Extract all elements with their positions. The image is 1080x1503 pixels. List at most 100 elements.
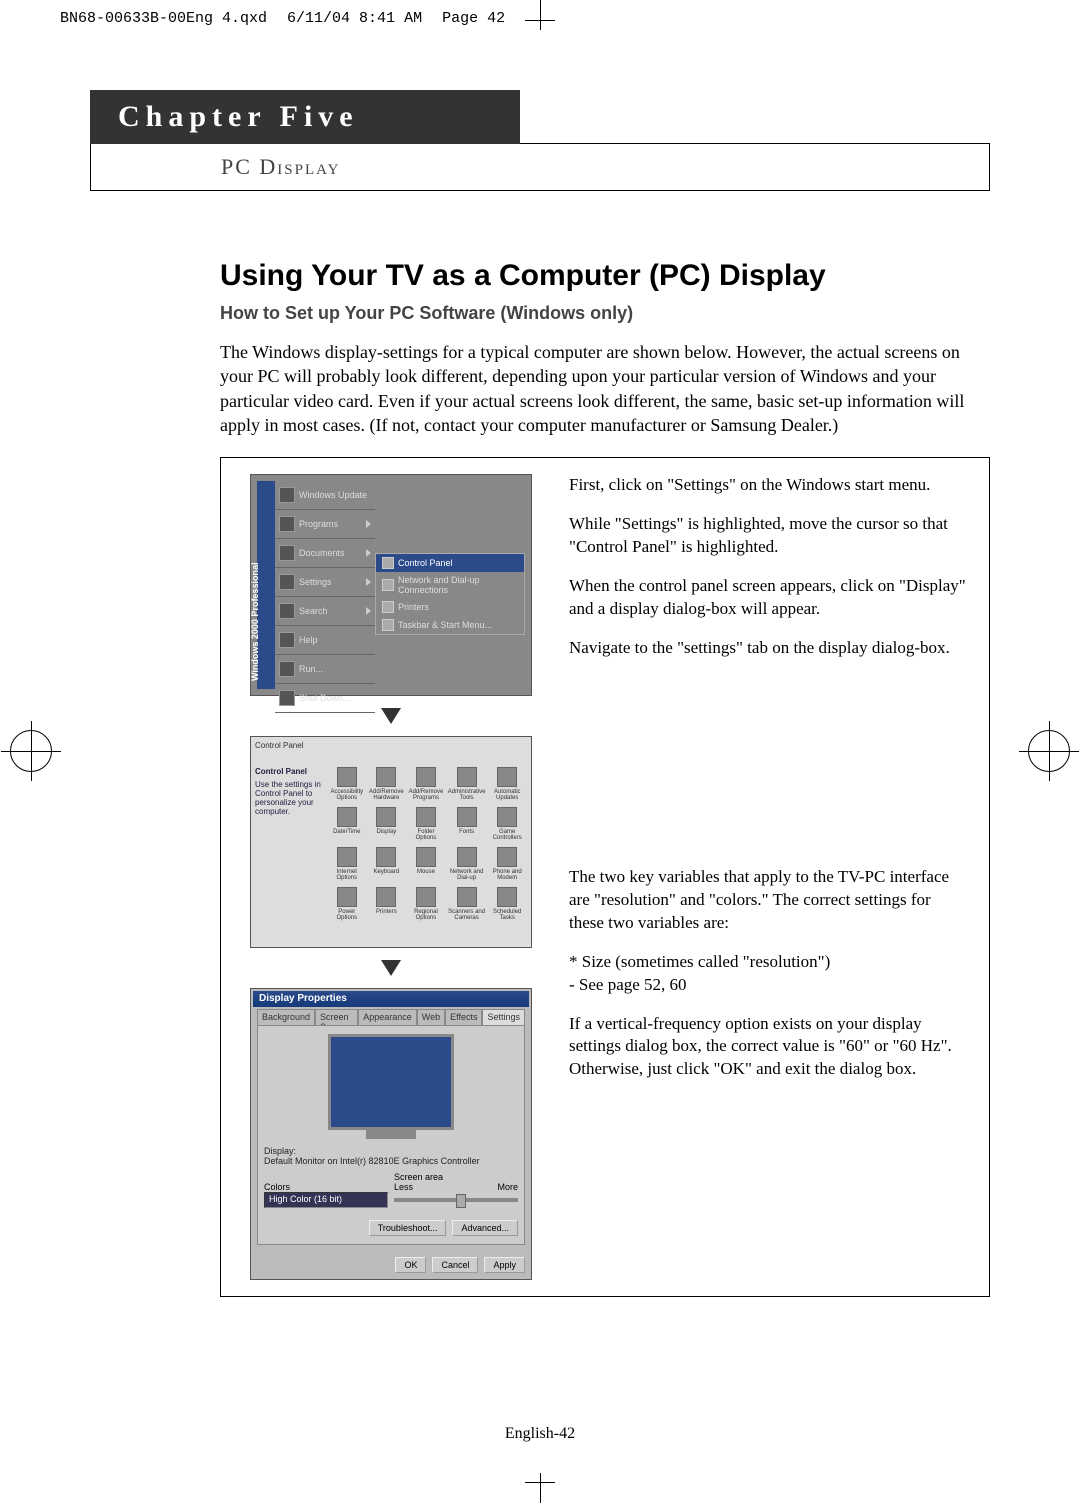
control-panel-glyph-icon xyxy=(416,847,436,867)
control-panel-icon-label: Game Controllers xyxy=(489,829,525,841)
apply-button[interactable]: Apply xyxy=(484,1257,525,1273)
instruction-step: If a vertical-frequency option exists on… xyxy=(569,1013,969,1082)
start-menu-item-run[interactable]: Run... xyxy=(275,655,375,684)
control-panel-glyph-icon xyxy=(376,807,396,827)
control-panel-icon-label: Printers xyxy=(376,909,397,915)
menu-label: Run... xyxy=(299,664,323,674)
control-panel-icon[interactable]: Add/Remove Hardware xyxy=(369,767,405,801)
control-panel-icon[interactable]: Folder Options xyxy=(408,807,444,841)
control-panel-icon-label: Date/Time xyxy=(333,829,360,835)
control-panel-icon[interactable]: Phone and Modem xyxy=(489,847,525,881)
control-panel-sidebar-desc: Use the settings in Control Panel to per… xyxy=(255,780,323,816)
cancel-button[interactable]: Cancel xyxy=(432,1257,478,1273)
crop-mark-bottom xyxy=(0,1463,1080,1503)
screen-area-group: Screen area Less More xyxy=(394,1172,518,1208)
control-panel-icon[interactable]: Network and Dial-up xyxy=(448,847,486,881)
control-panel-icon[interactable]: Administrative Tools xyxy=(448,767,486,801)
control-panel-icon[interactable]: Fonts xyxy=(448,807,486,841)
submenu-item-network[interactable]: Network and Dial-up Connections xyxy=(376,572,524,598)
control-panel-icon-grid: Accessibility OptionsAdd/Remove Hardware… xyxy=(329,767,525,921)
spacer xyxy=(569,676,969,866)
control-panel-icon[interactable]: Scheduled Tasks xyxy=(489,887,525,921)
registration-mark-right xyxy=(1028,730,1070,772)
control-panel-glyph-icon xyxy=(457,767,477,787)
control-panel-icon[interactable]: Power Options xyxy=(329,887,365,921)
submenu-label: Printers xyxy=(398,602,429,612)
display-label: Display: Default Monitor on Intel(r) 828… xyxy=(264,1146,480,1166)
down-arrow-icon xyxy=(381,708,401,724)
control-panel-icon-label: Automatic Updates xyxy=(489,789,525,801)
control-panel-icon[interactable]: Display xyxy=(369,807,405,841)
submenu-item-taskbar[interactable]: Taskbar & Start Menu... xyxy=(376,616,524,634)
search-icon xyxy=(279,603,295,619)
control-panel-glyph-icon xyxy=(497,807,517,827)
advanced-button[interactable]: Advanced... xyxy=(452,1220,518,1236)
figure-screenshots-column: Windows 2000 Professional Windows Update… xyxy=(241,474,541,1280)
chapter-label: Chapter Five xyxy=(90,90,520,144)
control-panel-icon[interactable]: Mouse xyxy=(408,847,444,881)
control-panel-icon[interactable]: Scanners and Cameras xyxy=(448,887,486,921)
control-panel-glyph-icon xyxy=(416,807,436,827)
chevron-right-icon xyxy=(366,520,371,528)
submenu-label: Network and Dial-up Connections xyxy=(398,575,518,595)
display-label-text: Display: xyxy=(264,1146,296,1156)
submenu-item-control-panel[interactable]: Control Panel xyxy=(376,554,524,572)
control-panel-icon-label: Folder Options xyxy=(408,829,444,841)
control-panel-glyph-icon xyxy=(497,767,517,787)
start-menu-sidebar: Windows 2000 Professional xyxy=(257,481,275,689)
screenshot-display-properties: Display Properties BackgroundScreen Save… xyxy=(250,988,532,1280)
control-panel-icon[interactable]: Internet Options xyxy=(329,847,365,881)
control-panel-icon-label: Mouse xyxy=(417,869,435,875)
section-label: PC Display xyxy=(90,143,990,191)
ok-button[interactable]: OK xyxy=(395,1257,426,1273)
menu-label: Documents xyxy=(299,548,345,558)
control-panel-icon[interactable]: Printers xyxy=(369,887,405,921)
start-menu-item-programs[interactable]: Programs xyxy=(275,510,375,539)
control-panel-icon[interactable]: Automatic Updates xyxy=(489,767,525,801)
resolution-slider[interactable] xyxy=(394,1198,518,1202)
monitor-preview-icon xyxy=(328,1034,454,1130)
control-panel-icon-label: Internet Options xyxy=(329,869,365,881)
start-menu-edition: Windows 2000 Professional xyxy=(250,563,260,681)
start-menu-item-shutdown[interactable]: Shut Down... xyxy=(275,684,375,713)
control-panel-sidebar-title: Control Panel xyxy=(255,767,323,776)
troubleshoot-button[interactable]: Troubleshoot... xyxy=(369,1220,447,1236)
start-menu-item-windows-update[interactable]: Windows Update xyxy=(275,481,375,510)
printers-icon xyxy=(382,601,394,613)
control-panel-icon[interactable]: Date/Time xyxy=(329,807,365,841)
colors-dropdown[interactable]: High Color (16 bit) xyxy=(264,1192,388,1208)
registration-mark-left xyxy=(10,730,52,772)
control-panel-glyph-icon xyxy=(376,887,396,907)
down-arrow-icon xyxy=(381,960,401,976)
network-icon xyxy=(382,579,394,591)
control-panel-icon[interactable]: Game Controllers xyxy=(489,807,525,841)
control-panel-icon[interactable]: Regional Options xyxy=(408,887,444,921)
control-panel-sidebar: Control Panel Use the settings in Contro… xyxy=(255,767,323,816)
help-icon xyxy=(279,632,295,648)
start-menu-item-help[interactable]: Help xyxy=(275,626,375,655)
colors-label: Colors xyxy=(264,1182,388,1192)
slider-thumb-icon xyxy=(456,1194,466,1208)
control-panel-glyph-icon xyxy=(457,847,477,867)
screen-area-label: Screen area xyxy=(394,1172,518,1182)
control-panel-glyph-icon xyxy=(337,807,357,827)
control-panel-glyph-icon xyxy=(416,887,436,907)
control-panel-glyph-icon xyxy=(457,887,477,907)
print-filename: BN68-00633B-00Eng 4.qxd xyxy=(60,10,267,27)
control-panel-icon[interactable]: Keyboard xyxy=(369,847,405,881)
control-panel-window-title: Control Panel xyxy=(255,741,303,750)
control-panel-icon[interactable]: Add/Remove Programs xyxy=(408,767,444,801)
start-menu-item-search[interactable]: Search xyxy=(275,597,375,626)
control-panel-icon-label: Fonts xyxy=(459,829,474,835)
menu-label: Help xyxy=(299,635,318,645)
run-icon xyxy=(279,661,295,677)
submenu-item-printers[interactable]: Printers xyxy=(376,598,524,616)
chevron-right-icon xyxy=(366,607,371,615)
control-panel-icon[interactable]: Accessibility Options xyxy=(329,767,365,801)
start-menu-item-documents[interactable]: Documents xyxy=(275,539,375,568)
display-properties-body: Display: Default Monitor on Intel(r) 828… xyxy=(257,1025,525,1245)
menu-label: Shut Down... xyxy=(299,693,351,703)
start-menu-item-settings[interactable]: Settings xyxy=(275,568,375,597)
print-datetime: 6/11/04 8:41 AM xyxy=(287,10,422,27)
chevron-right-icon xyxy=(366,578,371,586)
